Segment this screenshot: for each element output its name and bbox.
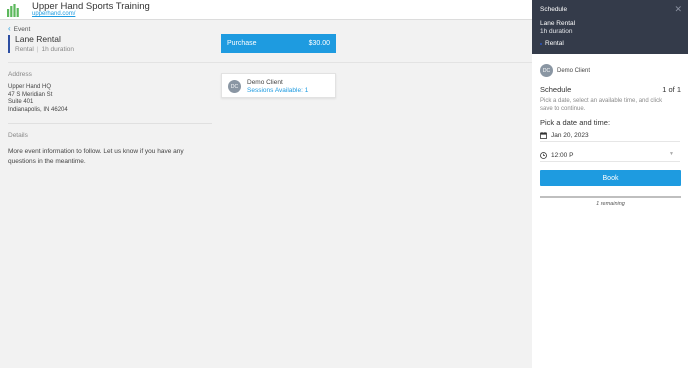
address-line: Upper Hand HQ — [8, 84, 52, 90]
date-picker[interactable]: Jan 20, 2023 — [540, 130, 680, 142]
address-line: 47 S Meridian St — [8, 91, 53, 98]
address-line: Indianapolis, IN 46204 — [8, 106, 68, 113]
progress-fill — [540, 196, 681, 198]
address-block: Upper Hand HQ 47 S Meridian St Suite 401… — [8, 84, 68, 114]
drawer-event-type-label: Rental — [545, 40, 564, 47]
chevron-left-icon: ‹ — [8, 24, 11, 33]
sessions-progress-bar — [540, 196, 681, 198]
client-name: Demo Client — [247, 79, 283, 86]
address-line: Suite 401 — [8, 99, 34, 106]
type-dot-icon — [540, 42, 542, 45]
event-duration: 1h duration — [41, 46, 75, 53]
drawer-event-type: Rental — [540, 40, 564, 47]
event-subtitle: Rental | 1h duration — [15, 46, 74, 53]
book-button[interactable]: Book — [540, 170, 681, 186]
top-bar: Upper Hand Sports Training upperhand.com… — [0, 0, 532, 20]
schedule-help-text: Pick a date, select an available time, a… — [540, 98, 663, 112]
purchase-button[interactable]: Purchase $30.00 — [221, 34, 336, 53]
back-link[interactable]: ‹ Event — [8, 25, 30, 33]
drawer-event-duration: 1h duration — [540, 28, 573, 35]
date-value: Jan 20, 2023 — [551, 132, 589, 139]
drawer-header: Schedule ✕ Lane Rental 1h duration Renta… — [532, 0, 688, 54]
drawer-title: Schedule — [540, 6, 568, 13]
time-select[interactable]: 12:00 P ▼ — [540, 150, 680, 162]
schedule-drawer: Schedule ✕ Lane Rental 1h duration Renta… — [532, 0, 688, 368]
drawer-client-name: Demo Client — [557, 67, 591, 74]
pick-date-label: Pick a date and time: — [540, 118, 611, 127]
chevron-down-icon: ▼ — [669, 151, 674, 157]
remaining-count: 1 remaining — [596, 201, 625, 207]
address-label: Address — [8, 71, 32, 78]
schedule-heading: Schedule — [540, 85, 572, 94]
drawer-client: DC Demo Client — [540, 64, 590, 77]
details-label: Details — [8, 132, 28, 139]
divider — [8, 62, 532, 63]
clock-icon — [540, 152, 547, 159]
close-icon[interactable]: ✕ — [674, 4, 682, 15]
back-label: Event — [13, 25, 31, 33]
calendar-icon — [540, 132, 547, 139]
avatar: DC — [228, 80, 241, 93]
event-type: Rental — [15, 46, 34, 53]
schedule-count: 1 of 1 — [662, 85, 681, 94]
event-title: Lane Rental — [15, 34, 61, 44]
client-card[interactable]: DC Demo Client Sessions Available: 1 — [221, 73, 336, 98]
time-value: 12:00 P — [551, 152, 574, 159]
event-header: Lane Rental Rental | 1h duration — [8, 35, 74, 53]
sessions-available[interactable]: Sessions Available: 1 — [247, 87, 308, 94]
drawer-event-name: Lane Rental — [540, 20, 576, 27]
avatar: DC — [540, 64, 553, 77]
brand-link[interactable]: upperhand.com/ — [32, 11, 75, 17]
separator: | — [36, 46, 39, 53]
purchase-label: Purchase — [227, 40, 257, 47]
details-text: More event information to follow. Let us… — [8, 148, 184, 165]
divider — [8, 123, 212, 124]
purchase-price: $30.00 — [308, 40, 330, 47]
upper-hand-logo-icon[interactable] — [7, 3, 19, 17]
